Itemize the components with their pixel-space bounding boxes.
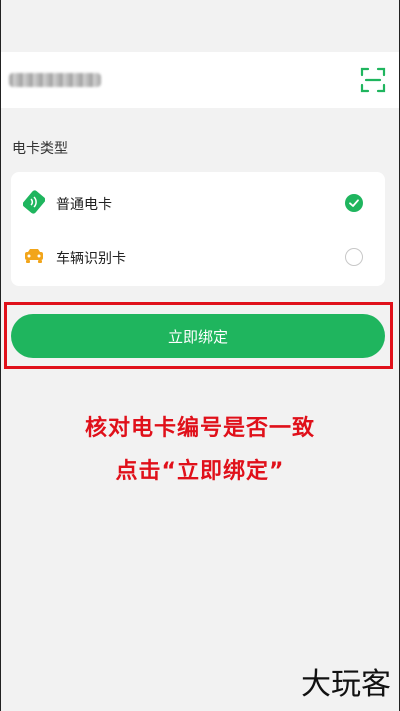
car-icon (23, 244, 45, 268)
card-type-options: 普通电卡 车辆识别卡 (11, 172, 385, 286)
watermark: 大玩客 (301, 667, 391, 702)
option-vehicle-card[interactable]: 车辆识别卡 (11, 230, 385, 284)
option-normal-card[interactable]: 普通电卡 (11, 176, 385, 230)
option-vehicle-card-label: 车辆识别卡 (56, 251, 126, 267)
instruction-line-2: 点击“立即绑定” (115, 459, 285, 484)
scan-button[interactable] (360, 66, 386, 94)
radio-unchecked-icon[interactable] (345, 248, 363, 266)
instruction-line-1: 核对电卡编号是否一致 (84, 416, 315, 441)
green-card-icon (22, 190, 46, 214)
scan-frame-icon (360, 67, 386, 93)
checkmark-icon[interactable] (345, 194, 363, 212)
blurred-card-number (9, 73, 101, 87)
card-type-title: 电卡类型 (12, 141, 68, 157)
card-number-row[interactable] (1, 52, 399, 108)
bind-now-button[interactable]: 立即绑定 (11, 314, 385, 358)
option-normal-card-label: 普通电卡 (56, 197, 112, 213)
